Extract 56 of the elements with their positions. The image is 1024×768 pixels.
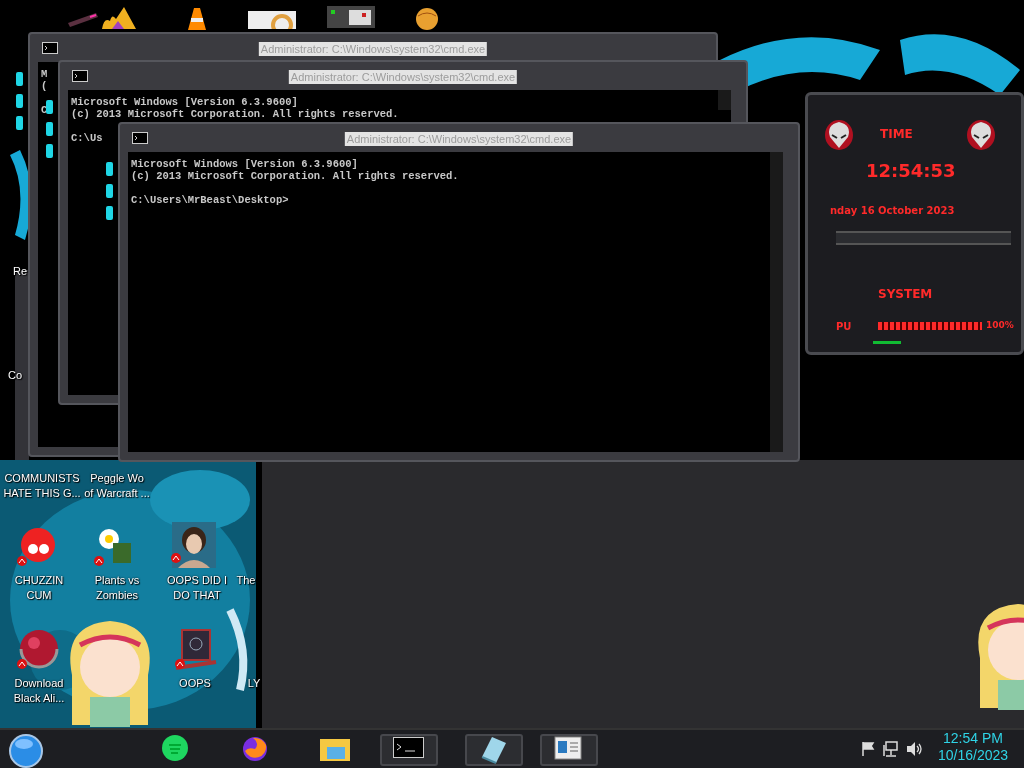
taskbar-button[interactable] xyxy=(380,734,438,766)
icon-label[interactable]: CHUZZIN CUM xyxy=(2,573,76,603)
terminal-icon xyxy=(132,132,148,144)
icon-label[interactable]: Co xyxy=(5,368,25,383)
shortcut-badge-icon xyxy=(16,555,28,567)
console-line: (c) 2013 Microsoft Corporation. All rights reserved. xyxy=(71,108,399,120)
console-prompt: C:\Users\MrBeast\Desktop> xyxy=(131,194,289,206)
network-icon[interactable] xyxy=(882,740,900,758)
console-line: (c) 2013 Microsoft Corporation. All rights reserved. xyxy=(131,170,459,182)
start-button[interactable] xyxy=(8,733,44,768)
scrollbar[interactable] xyxy=(770,152,783,452)
shortcut-badge-icon xyxy=(174,658,186,670)
icon-label[interactable]: The xyxy=(234,573,258,588)
widget-title: SYSTEM xyxy=(878,286,933,303)
console-line: Microsoft Windows [Version 6.3.9600] xyxy=(71,96,298,108)
icon-label[interactable]: Peggle Wo of Warcraft ... xyxy=(80,471,154,501)
terminal-icon xyxy=(42,42,58,54)
console-line: Microsoft Windows [Version 6.3.9600] xyxy=(131,158,358,170)
icon-label[interactable]: Download Black Ali... xyxy=(2,676,76,706)
alien-head-icon xyxy=(966,119,996,151)
shortcut-badge-icon xyxy=(16,658,28,670)
clock-time: 12:54 PM xyxy=(942,730,1004,747)
console-line: ( xyxy=(41,80,48,92)
shortcut-badge-icon xyxy=(170,552,182,564)
tray-clock[interactable]: 12:54 PM 10/16/2023 xyxy=(928,730,1018,764)
cpu-label: PU xyxy=(836,320,852,334)
console-line: M xyxy=(41,68,48,80)
taskbar-button[interactable] xyxy=(465,734,523,766)
clock-date: 10/16/2023 xyxy=(936,747,1010,764)
terminal-icon xyxy=(72,70,88,82)
speaker-icon[interactable] xyxy=(905,740,923,758)
icon-label[interactable]: OOPS xyxy=(158,676,232,691)
window-title: Administrator: C:\Windows\system32\cmd.exe xyxy=(344,132,574,146)
icon-label[interactable]: Plants vs Zombies xyxy=(80,573,154,603)
indicator-lights xyxy=(106,162,114,220)
indicator-line xyxy=(873,341,901,344)
cpu-reading: 100% xyxy=(986,319,1014,332)
clock-time: 12:54:53 xyxy=(866,159,956,183)
indicator-lights xyxy=(16,72,24,130)
window-title: Administrator: C:\Windows\system32\cmd.exe xyxy=(288,70,518,84)
taskbar-button[interactable] xyxy=(540,734,598,766)
console-prompt: C:\Us xyxy=(71,132,103,144)
icon-label[interactable]: COMMUNISTS HATE THIS G... xyxy=(2,471,82,501)
window-title: Administrator: C:\Windows\system32\cmd.exe xyxy=(258,42,488,56)
alien-head-icon xyxy=(824,119,854,151)
flag-icon[interactable] xyxy=(860,741,876,757)
widget-title: TIME xyxy=(880,126,913,143)
clock-date: nday 16 October 2023 xyxy=(830,204,955,218)
icon-label[interactable]: LY xyxy=(244,676,264,691)
shortcut-badge-icon xyxy=(93,555,105,567)
indicator-lights xyxy=(46,100,54,158)
ball-icon[interactable] xyxy=(416,6,440,32)
icon-label[interactable]: OOPS DID I DO THAT xyxy=(158,573,236,603)
scrollbar[interactable] xyxy=(718,90,731,110)
icon-label[interactable]: Re xyxy=(10,264,30,279)
window-icon[interactable] xyxy=(327,6,375,30)
